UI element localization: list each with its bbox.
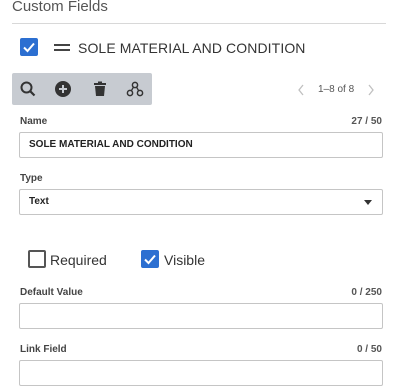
name-input[interactable]: SOLE MATERIAL AND CONDITION bbox=[19, 132, 383, 158]
type-label: Type bbox=[20, 173, 43, 184]
required-checkbox[interactable] bbox=[28, 250, 46, 268]
trash-icon bbox=[94, 81, 106, 96]
search-button[interactable] bbox=[18, 79, 38, 99]
field-heading: SOLE MATERIAL AND CONDITION bbox=[78, 40, 306, 56]
title-divider bbox=[12, 23, 386, 24]
required-label: Required bbox=[50, 252, 107, 268]
field-enabled-checkbox[interactable] bbox=[20, 38, 38, 56]
visible-checkbox[interactable] bbox=[141, 250, 159, 268]
delete-button[interactable] bbox=[90, 79, 110, 99]
visible-label: Visible bbox=[164, 252, 205, 268]
link-field-label: Link Field bbox=[20, 344, 67, 355]
link-field-input[interactable] bbox=[19, 360, 383, 386]
section-title: Custom Fields bbox=[12, 0, 108, 15]
add-button[interactable] bbox=[53, 79, 73, 99]
search-icon bbox=[20, 81, 36, 97]
default-value-label: Default Value bbox=[20, 287, 83, 298]
drag-handle-icon[interactable] bbox=[54, 44, 70, 52]
pager: 1–8 of 8 bbox=[296, 83, 378, 99]
chevron-down-icon bbox=[364, 200, 372, 205]
check-icon bbox=[144, 254, 156, 265]
name-label: Name bbox=[20, 116, 48, 127]
hierarchy-icon bbox=[126, 81, 144, 97]
hierarchy-button[interactable] bbox=[125, 79, 145, 99]
type-select-value: Text bbox=[29, 196, 49, 207]
pager-text: 1–8 of 8 bbox=[318, 84, 355, 95]
type-select[interactable]: Text bbox=[19, 189, 383, 215]
name-char-count: 27 / 50 bbox=[351, 116, 382, 127]
link-field-char-count: 0 / 50 bbox=[356, 344, 382, 355]
default-value-char-count: 0 / 250 bbox=[351, 287, 382, 298]
check-icon bbox=[23, 42, 35, 53]
default-value-input[interactable] bbox=[19, 303, 383, 329]
chevron-left-icon[interactable] bbox=[296, 83, 306, 97]
add-circle-icon bbox=[55, 81, 71, 97]
toolbar bbox=[12, 73, 152, 105]
chevron-right-icon[interactable] bbox=[366, 83, 376, 97]
